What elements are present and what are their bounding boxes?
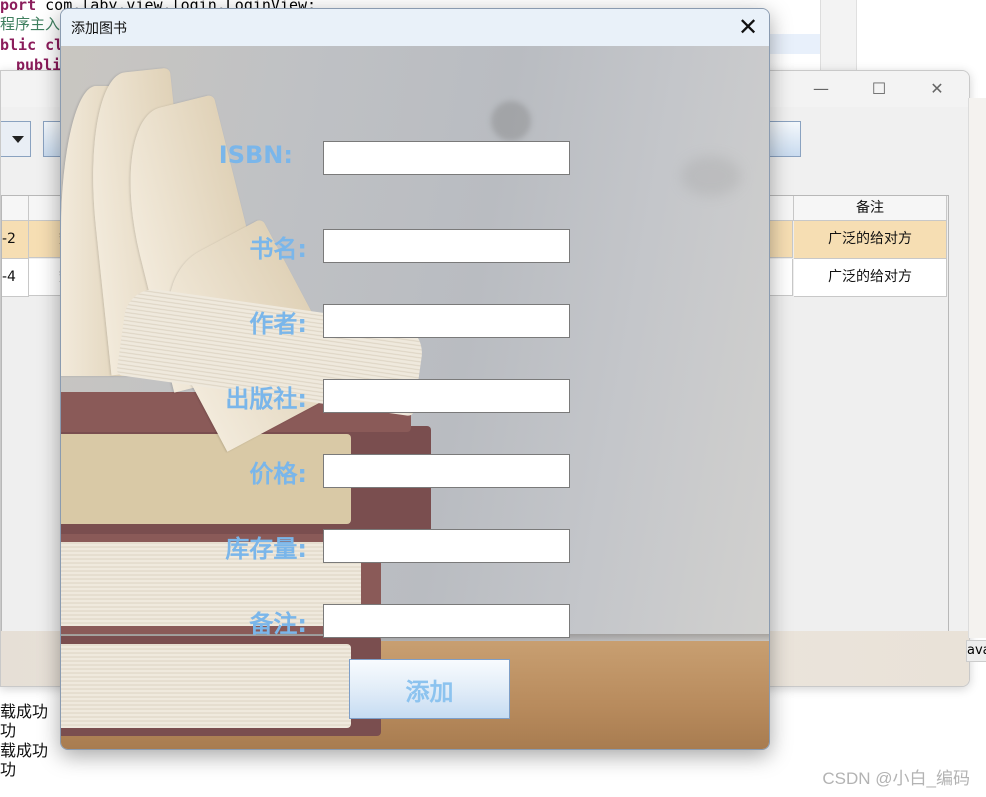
title-field[interactable] [323,229,570,263]
isbn-label: ISBN: [218,141,293,169]
note-label: 备注: [249,610,307,638]
side-panel [856,0,986,70]
stock-label: 库存量: [225,535,307,563]
stock-field[interactable] [323,529,570,563]
book-pages [61,644,351,728]
title-label: 书名: [249,235,307,263]
price-label: 价格: [249,460,307,488]
note-field[interactable] [323,604,570,638]
table-header-cell [2,196,29,221]
publisher-label: 出版社: [225,385,307,413]
author-field[interactable] [323,304,570,338]
code-line: blic cl [0,36,64,54]
table-cell[interactable]: -4 [2,259,29,297]
add-button[interactable]: 添加 [349,659,510,719]
close-icon[interactable]: ✕ [735,14,761,40]
watermark: CSDN @小白_编码 [822,769,970,788]
close-button[interactable]: ✕ [917,79,957,99]
console-line: 功 [0,721,17,740]
table-header-note[interactable]: 备注 [794,196,947,221]
maximize-button[interactable]: ☐ [859,79,899,99]
toolbar-button[interactable] [769,121,801,157]
chevron-down-icon [12,136,24,143]
minimize-button[interactable]: — [801,79,841,99]
editor-tab[interactable]: ava [966,640,986,662]
table-cell-note[interactable]: 广泛的给对方 [794,259,947,297]
price-field[interactable] [323,454,570,488]
console-line: 载成功 [0,741,49,760]
dialog-body: ISBN: 书名: 作者: 出版社: 价格: 库存量: 备注: 添加 [61,46,769,749]
console-line: 载成功 [0,702,49,721]
table-cell[interactable]: -2 [2,221,29,259]
editor-scrollbar[interactable] [820,0,857,70]
wall-texture [491,101,531,141]
dialog-title: 添加图书 [71,21,127,37]
add-book-dialog: 添加图书 ✕ ISBN: 书名: 作者: 出版社: 价格: 库存量: 备注: 添… [60,8,770,750]
author-label: 作者: [249,310,307,338]
code-comment-line: 程序主入 [0,15,61,33]
dialog-titlebar: 添加图书 ✕ [61,9,769,47]
console-line: 功 [0,760,17,779]
isbn-field[interactable] [323,141,570,175]
wall-texture [681,156,741,196]
search-type-dropdown[interactable] [1,121,31,157]
publisher-field[interactable] [323,379,570,413]
right-panel [968,98,986,638]
table-cell-note[interactable]: 广泛的给对方 [794,221,947,259]
